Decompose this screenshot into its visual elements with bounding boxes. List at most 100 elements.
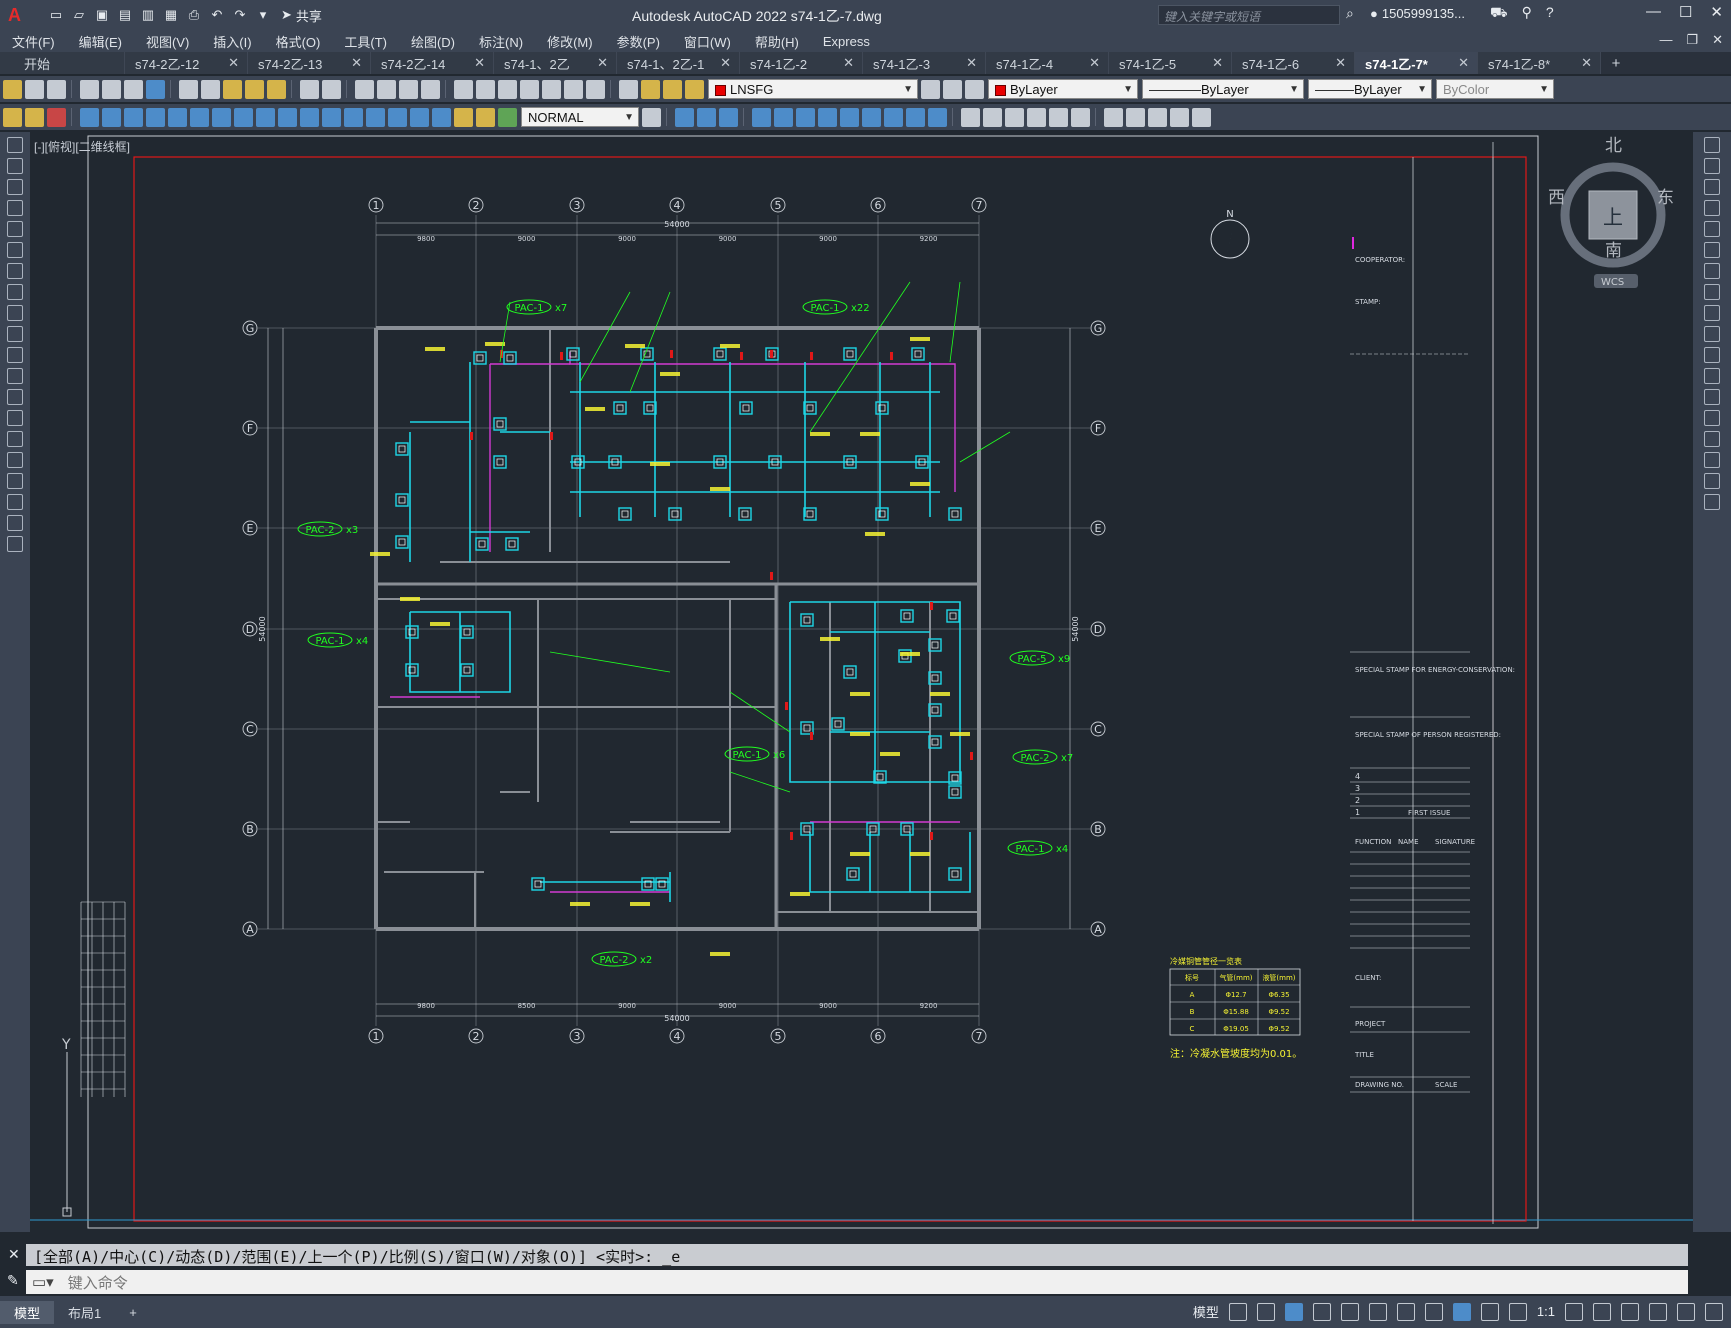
doc-close-icon[interactable]: ✕ bbox=[1712, 32, 1723, 48]
menu-item[interactable]: 格式(O) bbox=[264, 32, 333, 51]
copy-modify-icon[interactable] bbox=[1704, 158, 1720, 174]
save-as-icon[interactable]: ▤ bbox=[115, 6, 135, 24]
point-icon[interactable] bbox=[7, 410, 23, 426]
viewport-label[interactable]: [-][俯视][二维线框] bbox=[34, 138, 130, 155]
explode-icon[interactable] bbox=[1005, 107, 1024, 127]
layer-previous-icon[interactable] bbox=[943, 79, 962, 99]
isolate-objects-icon[interactable] bbox=[1621, 1302, 1639, 1321]
workspace-gear-icon[interactable] bbox=[1565, 1302, 1583, 1321]
polyline-icon[interactable] bbox=[7, 179, 23, 195]
layer-properties-icon[interactable] bbox=[619, 79, 638, 99]
minimize-icon[interactable]: — bbox=[1646, 3, 1661, 21]
move-icon[interactable] bbox=[752, 107, 771, 127]
dim-update-icon[interactable] bbox=[498, 107, 517, 127]
break-modify-icon[interactable] bbox=[1704, 389, 1720, 405]
jogged-linear-icon[interactable] bbox=[432, 107, 451, 127]
menu-item[interactable]: 编辑(E) bbox=[67, 32, 134, 51]
autodesk-a360-icon[interactable]: ⚲ bbox=[1522, 4, 1532, 23]
lineweight-dropdown[interactable]: ———ByLayer ▼ bbox=[1308, 79, 1432, 99]
file-tab[interactable]: s74-1乙-6 ✕ bbox=[1232, 52, 1355, 74]
file-tab[interactable]: 开始 bbox=[0, 52, 125, 74]
viewcube-face-label[interactable]: 上 bbox=[1603, 205, 1623, 229]
publish-icon[interactable] bbox=[124, 79, 143, 99]
block-insert-icon[interactable] bbox=[1104, 107, 1123, 127]
close-tab-icon[interactable]: ✕ bbox=[597, 55, 608, 71]
angular-icon[interactable] bbox=[234, 107, 253, 127]
layer-walk-icon[interactable] bbox=[25, 107, 44, 127]
dim-text-edit-icon[interactable] bbox=[476, 107, 495, 127]
close-tab-icon[interactable]: ✕ bbox=[1089, 55, 1100, 71]
zoom-window-icon[interactable] bbox=[399, 79, 418, 99]
calculator-icon[interactable] bbox=[564, 79, 583, 99]
chamfer-modify-icon[interactable] bbox=[1704, 431, 1720, 447]
close-tab-icon[interactable]: ✕ bbox=[720, 55, 731, 71]
annotation-scale-icon[interactable] bbox=[1508, 1302, 1527, 1321]
menu-item[interactable]: 修改(M) bbox=[535, 32, 605, 51]
menu-item[interactable]: 标注(N) bbox=[467, 32, 535, 51]
redo-icon[interactable]: ↷ bbox=[230, 6, 250, 24]
quick-dimension-icon[interactable] bbox=[256, 107, 275, 127]
arc-length-icon[interactable] bbox=[124, 107, 143, 127]
undo-icon[interactable]: ↶ bbox=[207, 6, 227, 24]
layer-lock-icon[interactable] bbox=[685, 79, 704, 99]
close-tab-icon[interactable]: ✕ bbox=[228, 55, 239, 71]
annotation-scale-value[interactable]: 1:1 bbox=[1537, 1304, 1555, 1319]
zoom-realtime-icon[interactable] bbox=[377, 79, 396, 99]
draw-order-back-icon[interactable] bbox=[697, 107, 716, 127]
mirror-modify-icon[interactable] bbox=[1704, 179, 1720, 195]
hardware-acceleration-icon[interactable] bbox=[1649, 1302, 1667, 1321]
stretch-icon[interactable] bbox=[796, 107, 815, 127]
block-create-icon[interactable] bbox=[1126, 107, 1145, 127]
dim-space-icon[interactable] bbox=[322, 107, 341, 127]
file-tab[interactable]: s74-1乙-2 ✕ bbox=[740, 52, 863, 74]
chamfer-icon[interactable] bbox=[983, 107, 1002, 127]
help-icon[interactable]: ? bbox=[1546, 4, 1554, 23]
plotstyle-dropdown[interactable]: ByColor ▼ bbox=[1436, 79, 1554, 99]
mirror-icon[interactable] bbox=[840, 107, 859, 127]
spline-icon[interactable] bbox=[7, 305, 23, 321]
continue-icon[interactable] bbox=[300, 107, 319, 127]
command-input[interactable]: ▭▾ 键入命令 bbox=[26, 1270, 1688, 1294]
menu-item[interactable]: Express bbox=[811, 34, 882, 49]
layer-manager-icon[interactable] bbox=[3, 107, 22, 127]
close-tab-icon[interactable]: ✕ bbox=[1581, 55, 1592, 71]
dim-edit-icon[interactable] bbox=[454, 107, 473, 127]
undo-tool-icon[interactable] bbox=[300, 79, 319, 99]
block-editor-icon[interactable] bbox=[267, 79, 286, 99]
layer-states-icon[interactable] bbox=[965, 79, 984, 99]
attribute-icon[interactable] bbox=[1148, 107, 1167, 127]
plot-icon[interactable]: ⎙ bbox=[184, 6, 204, 24]
clean-screen-icon[interactable] bbox=[1677, 1302, 1695, 1321]
customize-icon[interactable]: ▾ bbox=[253, 6, 273, 24]
search-icon[interactable]: ⌕ bbox=[1346, 5, 1354, 22]
lineweight-icon[interactable] bbox=[1424, 1302, 1443, 1321]
viewcube[interactable]: 上 北 南 东 西 WCS bbox=[1548, 136, 1674, 288]
paste-icon[interactable] bbox=[223, 79, 242, 99]
file-tab[interactable]: s74-2乙-14 ✕ bbox=[371, 52, 494, 74]
jogged-icon[interactable] bbox=[190, 107, 209, 127]
command-prompt-icon[interactable]: ▭▾ bbox=[32, 1273, 54, 1291]
ellipse-icon[interactable] bbox=[7, 326, 23, 342]
file-tab[interactable]: s74-1乙-7* ✕ bbox=[1355, 52, 1478, 74]
file-tab[interactable]: s74-1、2乙-1 ✕ bbox=[617, 52, 740, 74]
model-space-label[interactable]: 模型 bbox=[1193, 1302, 1219, 1321]
match-properties-icon[interactable] bbox=[245, 79, 264, 99]
insert-block-icon[interactable] bbox=[7, 368, 23, 384]
fillet-icon[interactable] bbox=[961, 107, 980, 127]
ortho-icon[interactable] bbox=[1284, 1302, 1303, 1321]
menu-item[interactable]: 参数(P) bbox=[605, 32, 672, 51]
explode-modify-icon[interactable] bbox=[1704, 494, 1720, 510]
properties-icon[interactable] bbox=[454, 79, 473, 99]
rotate-icon[interactable] bbox=[818, 107, 837, 127]
compass-west-label[interactable]: 西 bbox=[1548, 188, 1565, 208]
color-dropdown[interactable]: ByLayer ▼ bbox=[988, 79, 1138, 99]
center-mark-icon[interactable] bbox=[388, 107, 407, 127]
fillet-modify-icon[interactable] bbox=[1704, 452, 1720, 468]
doc-minimize-icon[interactable]: — bbox=[1659, 32, 1672, 48]
polygon-icon[interactable] bbox=[7, 200, 23, 216]
wcs-button[interactable]: WCS bbox=[1601, 277, 1624, 288]
file-tab[interactable]: s74-1乙-3 ✕ bbox=[863, 52, 986, 74]
menu-item[interactable]: 绘图(D) bbox=[399, 32, 467, 51]
diameter-icon[interactable] bbox=[212, 107, 231, 127]
compass-north-label[interactable]: 北 bbox=[1605, 136, 1622, 156]
